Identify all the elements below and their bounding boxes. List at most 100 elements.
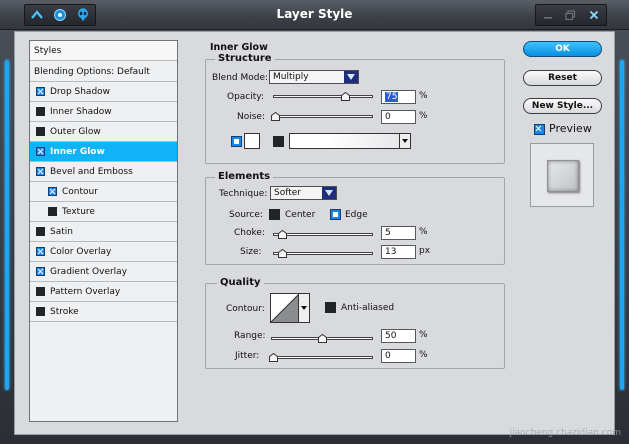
list-item-gradient-overlay[interactable]: Gradient Overlay — [30, 262, 177, 282]
jitter-slider[interactable] — [269, 353, 373, 363]
range-slider[interactable] — [271, 334, 373, 344]
slider-thumb[interactable] — [278, 230, 287, 239]
gradient-picker[interactable] — [289, 133, 411, 149]
list-item-texture[interactable]: Texture — [30, 202, 177, 222]
title-bar[interactable]: Layer Style — [0, 0, 629, 30]
glow-color-swatch[interactable] — [244, 133, 260, 149]
chevron-down-icon — [322, 187, 336, 199]
opacity-value: 75 — [385, 92, 399, 102]
choke-value: 5 — [385, 228, 391, 238]
slider-track — [273, 252, 373, 255]
gradient-radio[interactable] — [273, 136, 284, 147]
drop-shadow-checkbox[interactable] — [36, 87, 45, 96]
pattern-overlay-checkbox[interactable] — [36, 287, 45, 296]
list-item-label: Texture — [62, 206, 95, 217]
list-item-color-overlay[interactable]: Color Overlay — [30, 242, 177, 262]
slider-thumb[interactable] — [318, 334, 327, 343]
color-overlay-checkbox[interactable] — [36, 247, 45, 256]
size-slider[interactable] — [273, 249, 373, 259]
slider-thumb[interactable] — [278, 249, 287, 258]
jitter-unit: % — [419, 350, 428, 360]
elements-title: Elements — [215, 171, 274, 182]
range-value: 50 — [385, 331, 397, 341]
size-unit: px — [419, 246, 431, 256]
range-unit: % — [419, 330, 428, 340]
range-input[interactable]: 50 — [381, 329, 416, 343]
noise-label: Noise: — [237, 112, 265, 122]
list-item-contour[interactable]: Contour — [30, 182, 177, 202]
range-label: Range: — [234, 331, 266, 341]
slider-thumb[interactable] — [341, 92, 350, 101]
source-center-radio[interactable] — [269, 209, 280, 220]
choke-label: Choke: — [234, 228, 265, 238]
opacity-input[interactable]: 75 — [381, 90, 416, 104]
stroke-checkbox[interactable] — [36, 307, 45, 316]
minimize-icon[interactable] — [541, 8, 555, 22]
restore-icon[interactable] — [564, 8, 578, 22]
chevron-down-icon — [344, 71, 358, 83]
close-icon[interactable] — [587, 8, 601, 22]
list-item-stroke[interactable]: Stroke — [30, 302, 177, 322]
blend-mode-label: Blend Mode: — [212, 73, 269, 83]
source-edge-label: Edge — [345, 210, 368, 220]
contour-checkbox[interactable] — [48, 187, 57, 196]
choke-input[interactable]: 5 — [381, 226, 416, 240]
slider-track — [271, 115, 373, 118]
list-item-blending-options[interactable]: Blending Options: Default — [30, 62, 177, 82]
technique-label: Technique: — [219, 189, 268, 199]
list-item-label: Inner Shadow — [50, 106, 112, 117]
noise-slider[interactable] — [271, 112, 373, 122]
noise-input[interactable]: 0 — [381, 110, 416, 124]
technique-select[interactable]: Softer — [270, 186, 337, 200]
ok-button[interactable]: OK — [523, 41, 602, 57]
list-item-label: Inner Glow — [50, 146, 105, 157]
contour-picker[interactable] — [270, 293, 310, 323]
slider-thumb[interactable] — [269, 353, 278, 362]
slider-track — [273, 95, 373, 98]
source-label: Source: — [229, 210, 263, 220]
inner-glow-checkbox[interactable] — [36, 147, 45, 156]
preview-panel — [530, 143, 594, 207]
anti-aliased-checkbox[interactable] — [325, 302, 336, 313]
outer-glow-checkbox[interactable] — [36, 127, 45, 136]
size-label: Size: — [240, 247, 262, 257]
inner-shadow-checkbox[interactable] — [36, 107, 45, 116]
list-item-label: Outer Glow — [50, 126, 101, 137]
new-style-button[interactable]: New Style... — [523, 98, 602, 114]
list-item-inner-glow[interactable]: Inner Glow — [30, 142, 177, 162]
opacity-unit: % — [419, 91, 428, 101]
list-item-label: Contour — [62, 186, 98, 197]
satin-checkbox[interactable] — [36, 227, 45, 236]
gradient-overlay-checkbox[interactable] — [36, 267, 45, 276]
bevel-emboss-checkbox[interactable] — [36, 167, 45, 176]
quality-title: Quality — [217, 277, 264, 288]
left-accent-bar — [5, 60, 9, 390]
size-value: 13 — [385, 247, 397, 257]
list-item-label: Gradient Overlay — [50, 266, 128, 277]
right-accent-bar — [620, 60, 624, 390]
opacity-slider[interactable] — [273, 92, 373, 102]
list-item-outer-glow[interactable]: Outer Glow — [30, 122, 177, 142]
technique-value: Softer — [274, 188, 301, 198]
styles-header-label: Styles — [34, 45, 62, 56]
solid-color-radio[interactable] — [231, 136, 242, 147]
blend-mode-value: Multiply — [273, 72, 309, 82]
styles-list-header[interactable]: Styles — [30, 41, 177, 61]
jitter-input[interactable]: 0 — [381, 349, 416, 363]
list-item-inner-shadow[interactable]: Inner Shadow — [30, 102, 177, 122]
source-edge-radio[interactable] — [330, 209, 341, 220]
choke-slider[interactable] — [273, 230, 373, 240]
slider-thumb[interactable] — [271, 112, 280, 121]
list-item-satin[interactable]: Satin — [30, 222, 177, 242]
styles-list: Styles Blending Options: Default Drop Sh… — [29, 40, 178, 422]
preview-checkbox[interactable] — [534, 124, 545, 135]
blend-mode-select[interactable]: Multiply — [269, 70, 359, 84]
reset-button[interactable]: Reset — [523, 70, 602, 86]
size-input[interactable]: 13 — [381, 245, 416, 259]
structure-title: Structure — [215, 53, 275, 64]
list-item-bevel-emboss[interactable]: Bevel and Emboss — [30, 162, 177, 182]
texture-checkbox[interactable] — [48, 207, 57, 216]
list-item-drop-shadow[interactable]: Drop Shadow — [30, 82, 177, 102]
preview-label: Preview — [549, 122, 592, 135]
list-item-pattern-overlay[interactable]: Pattern Overlay — [30, 282, 177, 302]
